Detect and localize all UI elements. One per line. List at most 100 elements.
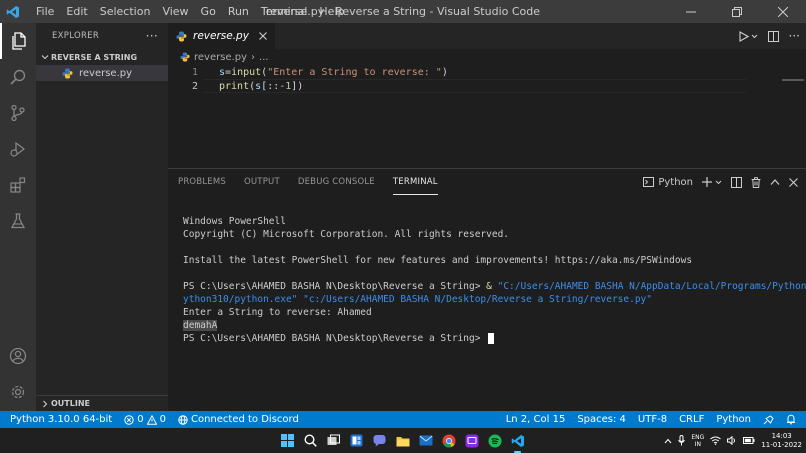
split-terminal-icon[interactable] <box>731 176 742 188</box>
breadcrumb-chevron-icon: › <box>251 51 256 63</box>
chrome-icon[interactable] <box>439 431 458 450</box>
minimize-button[interactable] <box>668 0 714 23</box>
wifi-icon[interactable] <box>710 436 722 445</box>
taskbar-search-icon[interactable] <box>301 431 320 450</box>
search-icon[interactable] <box>0 59 36 95</box>
notifications-bell-icon[interactable] <box>780 414 802 425</box>
tab-terminal[interactable]: TERMINAL <box>392 169 438 195</box>
close-button[interactable] <box>760 0 806 23</box>
tray-chevron-up-icon[interactable] <box>664 438 672 444</box>
split-editor-icon[interactable] <box>767 30 779 42</box>
python-file-icon <box>62 68 73 79</box>
feedback-icon[interactable] <box>757 414 780 425</box>
terminal-cursor <box>488 333 495 344</box>
language-mode[interactable]: Python <box>710 414 757 425</box>
file-explorer-icon[interactable] <box>393 431 412 450</box>
menu-view[interactable]: View <box>156 0 194 23</box>
outline-section-header[interactable]: OUTLINE <box>36 395 168 411</box>
encoding[interactable]: UTF-8 <box>632 414 673 425</box>
start-windows-icon[interactable] <box>278 431 297 450</box>
menu-file[interactable]: File <box>30 0 60 23</box>
terminal-selector[interactable]: Python <box>643 177 693 188</box>
line-number: 2 <box>191 80 198 92</box>
tab-output[interactable]: OUTPUT <box>244 169 280 195</box>
discord-status[interactable]: Connected to Discord <box>172 414 305 425</box>
manage-gear-icon[interactable] <box>0 374 36 410</box>
end-of-line[interactable]: CRLF <box>673 414 710 425</box>
breadcrumb-file[interactable]: reverse.py <box>194 52 247 63</box>
new-terminal-button[interactable] <box>702 177 722 187</box>
extensions-icon[interactable] <box>0 167 36 203</box>
file-item-reverse-py[interactable]: reverse.py <box>36 65 168 81</box>
more-actions-icon[interactable]: ··· <box>146 29 158 43</box>
terminal-selected-output: demahA <box>183 320 218 331</box>
accounts-icon[interactable] <box>0 338 36 374</box>
menu-help[interactable]: Help <box>313 0 350 23</box>
python-interpreter[interactable]: Python 3.10.0 64-bit <box>0 414 118 425</box>
run-debug-icon[interactable] <box>0 131 36 167</box>
outline-label: OUTLINE <box>51 399 90 408</box>
explorer-icon[interactable] <box>0 23 36 59</box>
run-python-file-button[interactable] <box>738 30 758 42</box>
code-editor[interactable]: 1 s=input("Enter a String to reverse: ")… <box>168 65 806 93</box>
restore-button[interactable] <box>714 0 760 23</box>
error-count: 0 <box>137 414 144 425</box>
title-bar: File Edit Selection View Go Run Terminal… <box>0 0 806 23</box>
close-icon <box>778 6 788 17</box>
maximize-panel-icon[interactable] <box>770 178 780 186</box>
spotify-icon[interactable] <box>485 431 504 450</box>
task-view-icon[interactable] <box>324 431 343 450</box>
restore-icon <box>732 6 742 17</box>
tab-close-icon[interactable] <box>259 32 267 40</box>
battery-icon[interactable] <box>743 437 755 444</box>
editor-area: reverse.py ··· reverse.py › ... 1 s=inpu… <box>168 23 806 168</box>
terminal-line: Copyright (C) Microsoft Corporation. All… <box>183 229 510 240</box>
terminal-line: Windows PowerShell <box>183 216 286 227</box>
terminal-line: ython310/python.exe" "c:/Users/AHAMED BA… <box>183 293 795 306</box>
menu-run[interactable]: Run <box>222 0 255 23</box>
close-panel-icon[interactable] <box>789 177 798 187</box>
cursor-position[interactable]: Ln 2, Col 15 <box>500 414 572 425</box>
folder-section-header[interactable]: REVERSE A STRING <box>36 49 168 65</box>
indentation[interactable]: Spaces: 4 <box>571 414 632 425</box>
tab-problems[interactable]: PROBLEMS <box>178 169 226 195</box>
bottom-panel: PROBLEMS OUTPUT DEBUG CONSOLE TERMINAL P… <box>168 168 806 411</box>
terminal-line: Install the latest PowerShell for new fe… <box>183 255 693 266</box>
tab-debug-console[interactable]: DEBUG CONSOLE <box>298 169 375 195</box>
more-actions-icon[interactable]: ··· <box>789 29 800 43</box>
minimap[interactable] <box>782 79 804 81</box>
photo-app-icon[interactable] <box>462 431 481 450</box>
volume-icon[interactable] <box>727 436 737 445</box>
vscode-taskbar-icon[interactable] <box>508 431 527 453</box>
microphone-icon[interactable] <box>678 435 686 446</box>
menu-bar: File Edit Selection View Go Run Terminal… <box>30 0 350 23</box>
activity-bar <box>0 23 36 411</box>
clock[interactable]: 14:03 11-01-2022 <box>761 432 802 450</box>
breadcrumb-symbols[interactable]: ... <box>259 52 269 63</box>
problems-status[interactable]: 0 0 <box>118 414 172 425</box>
terminal-command-arg: ython310/python.exe" <box>183 294 298 305</box>
region-code: IN <box>694 440 701 448</box>
input-language[interactable]: ENG IN <box>691 434 704 448</box>
mail-icon[interactable] <box>416 431 435 450</box>
code-token: input <box>231 66 262 78</box>
menu-terminal[interactable]: Terminal <box>255 0 314 23</box>
editor-tab-reverse-py[interactable]: reverse.py <box>168 23 275 49</box>
menu-edit[interactable]: Edit <box>60 0 93 23</box>
trash-icon[interactable] <box>751 176 761 188</box>
menu-selection[interactable]: Selection <box>94 0 157 23</box>
breadcrumb: reverse.py › ... <box>168 49 806 65</box>
menu-go[interactable]: Go <box>195 0 222 23</box>
python-file-icon <box>176 31 187 42</box>
terminal-output[interactable]: Windows PowerShell Copyright (C) Microso… <box>183 215 806 345</box>
terminal-command-operator: & <box>486 281 498 292</box>
source-control-icon[interactable] <box>0 95 36 131</box>
testing-flask-icon[interactable] <box>0 203 36 239</box>
widgets-icon[interactable] <box>347 431 366 450</box>
minimize-icon <box>686 11 696 12</box>
clock-date: 11-01-2022 <box>761 440 802 449</box>
chat-icon[interactable] <box>370 431 389 450</box>
current-line-highlight <box>204 79 746 93</box>
